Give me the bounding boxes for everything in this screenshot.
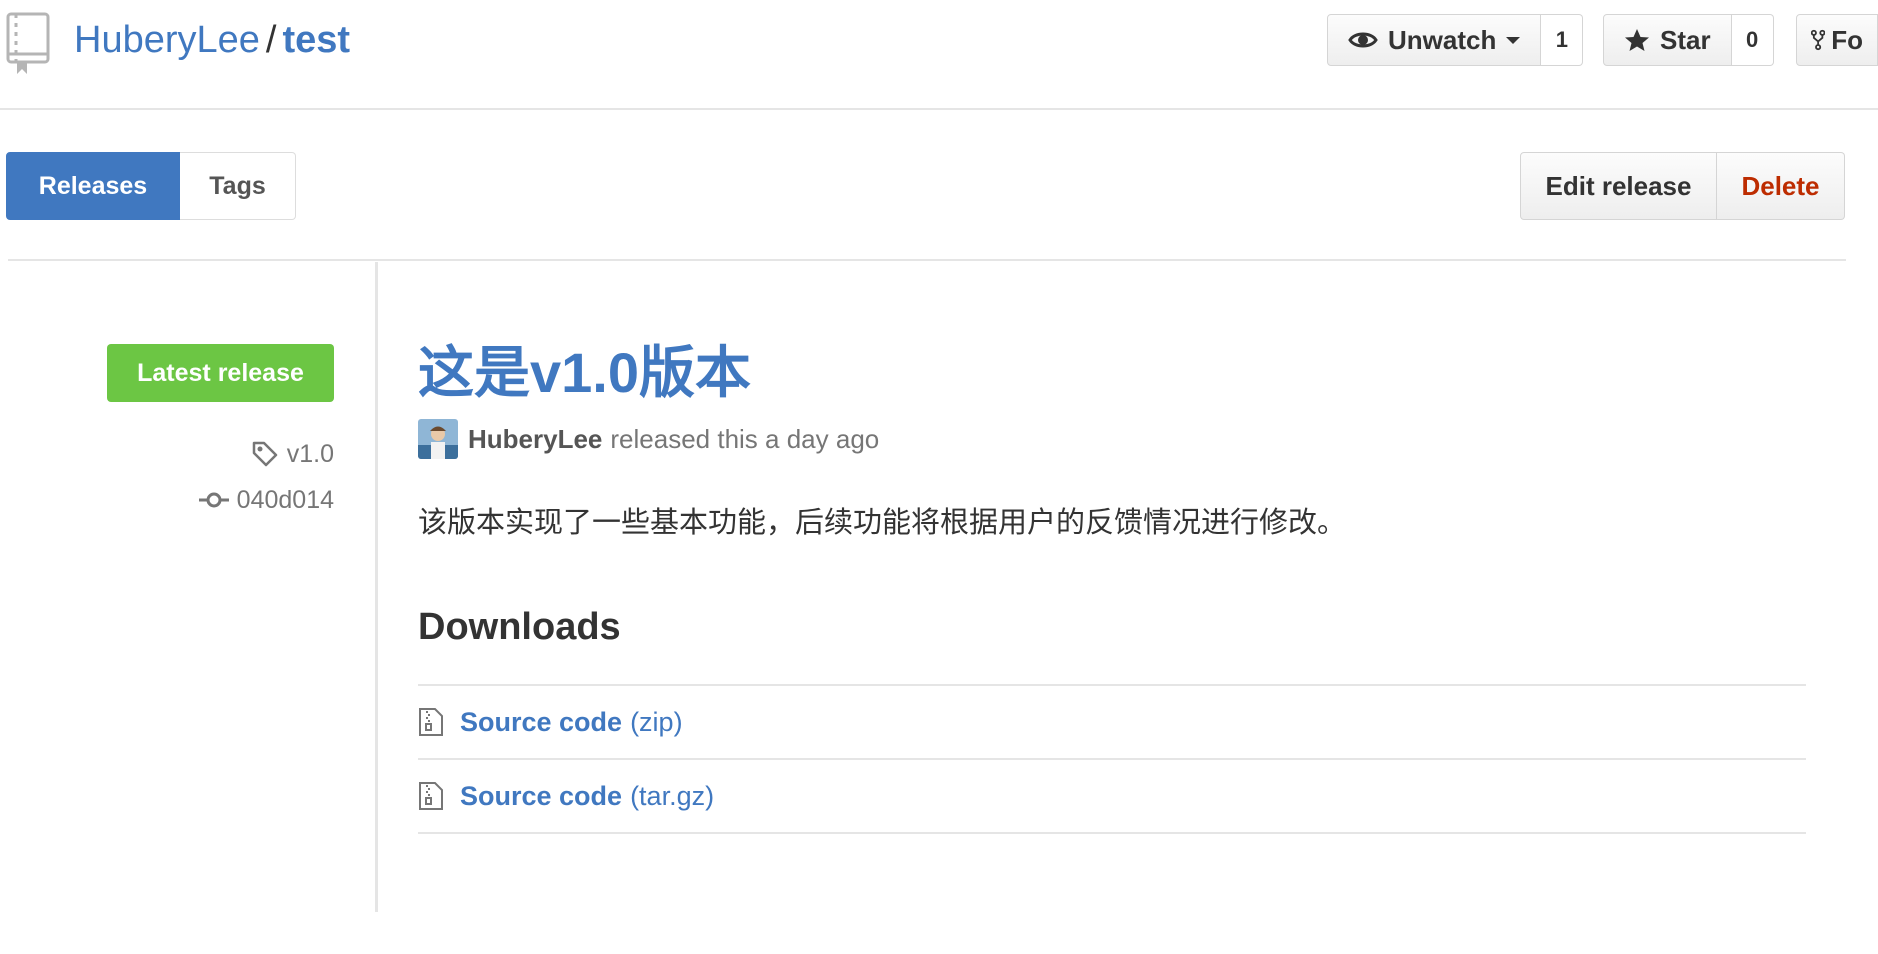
star-label: Star [1660, 24, 1711, 55]
download-item-targz[interactable]: Source code (tar.gz) [418, 760, 1806, 834]
release-author-link[interactable]: HuberyLee [468, 424, 602, 455]
repo-header: HuberyLee / test Unwatch 1 Star 0 Fo [0, 0, 1878, 110]
fork-icon [1811, 29, 1826, 51]
watch-button-group: Unwatch 1 [1327, 14, 1584, 66]
avatar[interactable] [418, 419, 458, 459]
downloads-list: Source code (zip) Source code (tar.gz) [418, 684, 1806, 834]
unwatch-button[interactable]: Unwatch [1327, 14, 1542, 66]
star-button[interactable]: Star [1603, 14, 1732, 66]
tab-releases[interactable]: Releases [6, 152, 180, 220]
release-tag[interactable]: v1.0 [251, 438, 334, 470]
download-format[interactable]: (tar.gz) [630, 781, 714, 812]
eye-icon [1348, 32, 1378, 48]
release-title[interactable]: 这是v1.0版本 [418, 340, 751, 406]
release-actions: Edit release Delete [1520, 152, 1845, 220]
download-format[interactable]: (zip) [630, 707, 683, 738]
repo-separator: / [265, 19, 277, 61]
tag-name: v1.0 [286, 439, 334, 468]
download-name[interactable]: Source code [460, 781, 622, 812]
release-byline: HuberyLee released this a day ago [418, 418, 879, 460]
unwatch-label: Unwatch [1388, 24, 1497, 55]
repo-name-link[interactable]: test [282, 19, 350, 61]
chevron-down-icon [1506, 36, 1521, 44]
tab-tags[interactable]: Tags [180, 152, 296, 220]
release-commit[interactable]: 040d014 [198, 484, 334, 516]
tag-icon [252, 441, 277, 467]
divider [8, 259, 1846, 261]
git-commit-icon [198, 492, 229, 508]
star-button-group: Star 0 [1603, 14, 1774, 66]
stargazers-count[interactable]: 0 [1731, 14, 1774, 66]
download-name[interactable]: Source code [460, 707, 622, 738]
releases-subnav: Releases Tags [6, 152, 296, 220]
fork-label: Fo [1831, 24, 1863, 55]
repo-icon [6, 12, 50, 74]
repo-title: HuberyLee / test [74, 16, 350, 64]
star-icon [1625, 29, 1649, 51]
release-timeline-divider [375, 262, 378, 912]
downloads-heading: Downloads [418, 606, 621, 648]
delete-release-button[interactable]: Delete [1717, 152, 1845, 220]
release-description: 该版本实现了一些基本功能，后续功能将根据用户的反馈情况进行修改。 [418, 507, 1347, 539]
commit-sha: 040d014 [236, 485, 334, 514]
latest-release-badge: Latest release [107, 344, 334, 402]
repo-owner-link[interactable]: HuberyLee [74, 19, 260, 61]
file-zip-icon [419, 708, 443, 736]
download-item-zip[interactable]: Source code (zip) [418, 686, 1806, 760]
watchers-count[interactable]: 1 [1541, 14, 1584, 66]
fork-button[interactable]: Fo [1796, 14, 1878, 66]
edit-release-button[interactable]: Edit release [1520, 152, 1717, 220]
fork-button-group: Fo [1796, 14, 1878, 66]
release-time-text: released this a day ago [610, 423, 880, 454]
file-zip-icon [419, 782, 443, 810]
